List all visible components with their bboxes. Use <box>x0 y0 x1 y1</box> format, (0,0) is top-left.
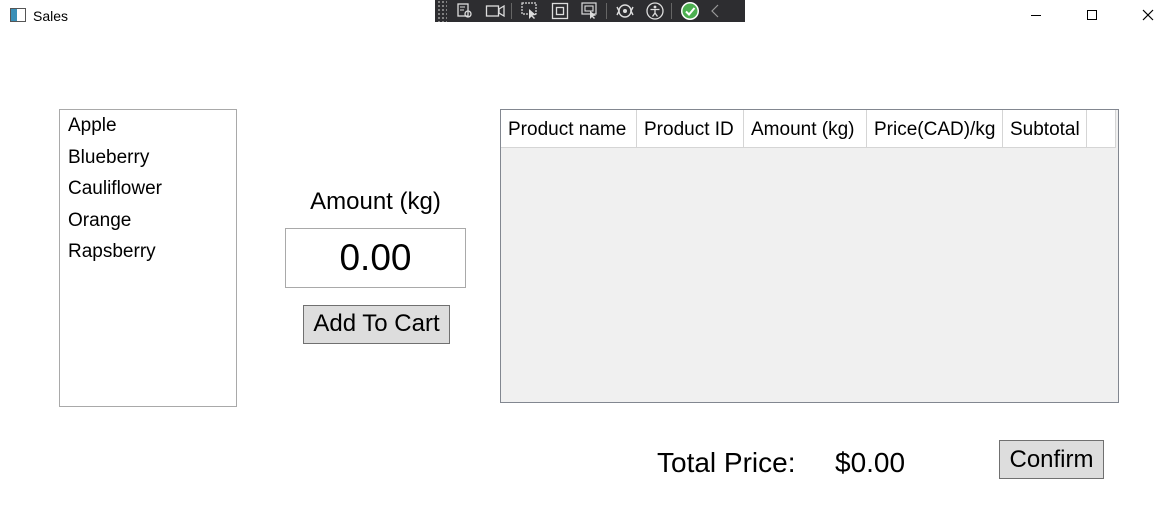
cart-data-grid[interactable]: Product name Product ID Amount (kg) Pric… <box>500 109 1119 403</box>
column-header-amount[interactable]: Amount (kg) <box>744 110 867 147</box>
check-icon[interactable] <box>678 0 702 22</box>
column-header-price[interactable]: Price(CAD)/kg <box>867 110 1003 147</box>
maximize-icon <box>1087 10 1097 20</box>
column-header-product-name[interactable]: Product name <box>501 110 637 147</box>
track-focus-icon[interactable] <box>578 0 602 22</box>
confirm-button[interactable]: Confirm <box>999 440 1104 479</box>
record-icon[interactable] <box>483 0 507 22</box>
window-title: Sales <box>33 8 69 24</box>
toolbar-grip[interactable] <box>437 0 447 22</box>
toolbar-separator <box>671 3 672 19</box>
column-header-subtotal[interactable]: Subtotal <box>1003 110 1087 147</box>
hot-reload-icon[interactable] <box>613 0 637 22</box>
product-list-item[interactable]: Cauliflower <box>60 173 236 205</box>
add-to-cart-button[interactable]: Add To Cart <box>303 305 450 344</box>
maximize-button[interactable] <box>1064 0 1120 30</box>
column-header-product-id[interactable]: Product ID <box>637 110 744 147</box>
total-price-value: $0.00 <box>835 447 906 478</box>
select-element-icon[interactable] <box>518 0 542 22</box>
live-visual-tree-icon[interactable] <box>453 0 477 22</box>
total-price-label: Total Price: <box>657 447 796 478</box>
debug-toolbar <box>435 0 745 22</box>
amount-input[interactable]: 0.00 <box>285 228 466 288</box>
product-list-item[interactable]: Orange <box>60 205 236 237</box>
amount-label: Amount (kg) <box>310 188 441 215</box>
app-window-icon <box>10 8 26 22</box>
collapse-chevron-icon[interactable] <box>708 0 722 22</box>
product-list-item[interactable]: Blueberry <box>60 142 236 174</box>
column-header-filler <box>1087 110 1116 147</box>
accessibility-icon[interactable] <box>643 0 667 22</box>
product-list[interactable]: Apple Blueberry Cauliflower Orange Rapsb… <box>59 109 237 407</box>
product-list-item[interactable]: Rapsberry <box>60 236 236 268</box>
close-icon <box>1142 9 1154 21</box>
toolbar-separator <box>511 3 512 19</box>
minimize-button[interactable] <box>1008 0 1064 30</box>
toolbar-separator <box>606 3 607 19</box>
minimize-icon <box>1031 15 1041 16</box>
cart-header-row: Product name Product ID Amount (kg) Pric… <box>501 110 1116 148</box>
display-layout-adorners-icon[interactable] <box>548 0 572 22</box>
product-list-item[interactable]: Apple <box>60 110 236 142</box>
close-button[interactable] <box>1120 0 1174 30</box>
